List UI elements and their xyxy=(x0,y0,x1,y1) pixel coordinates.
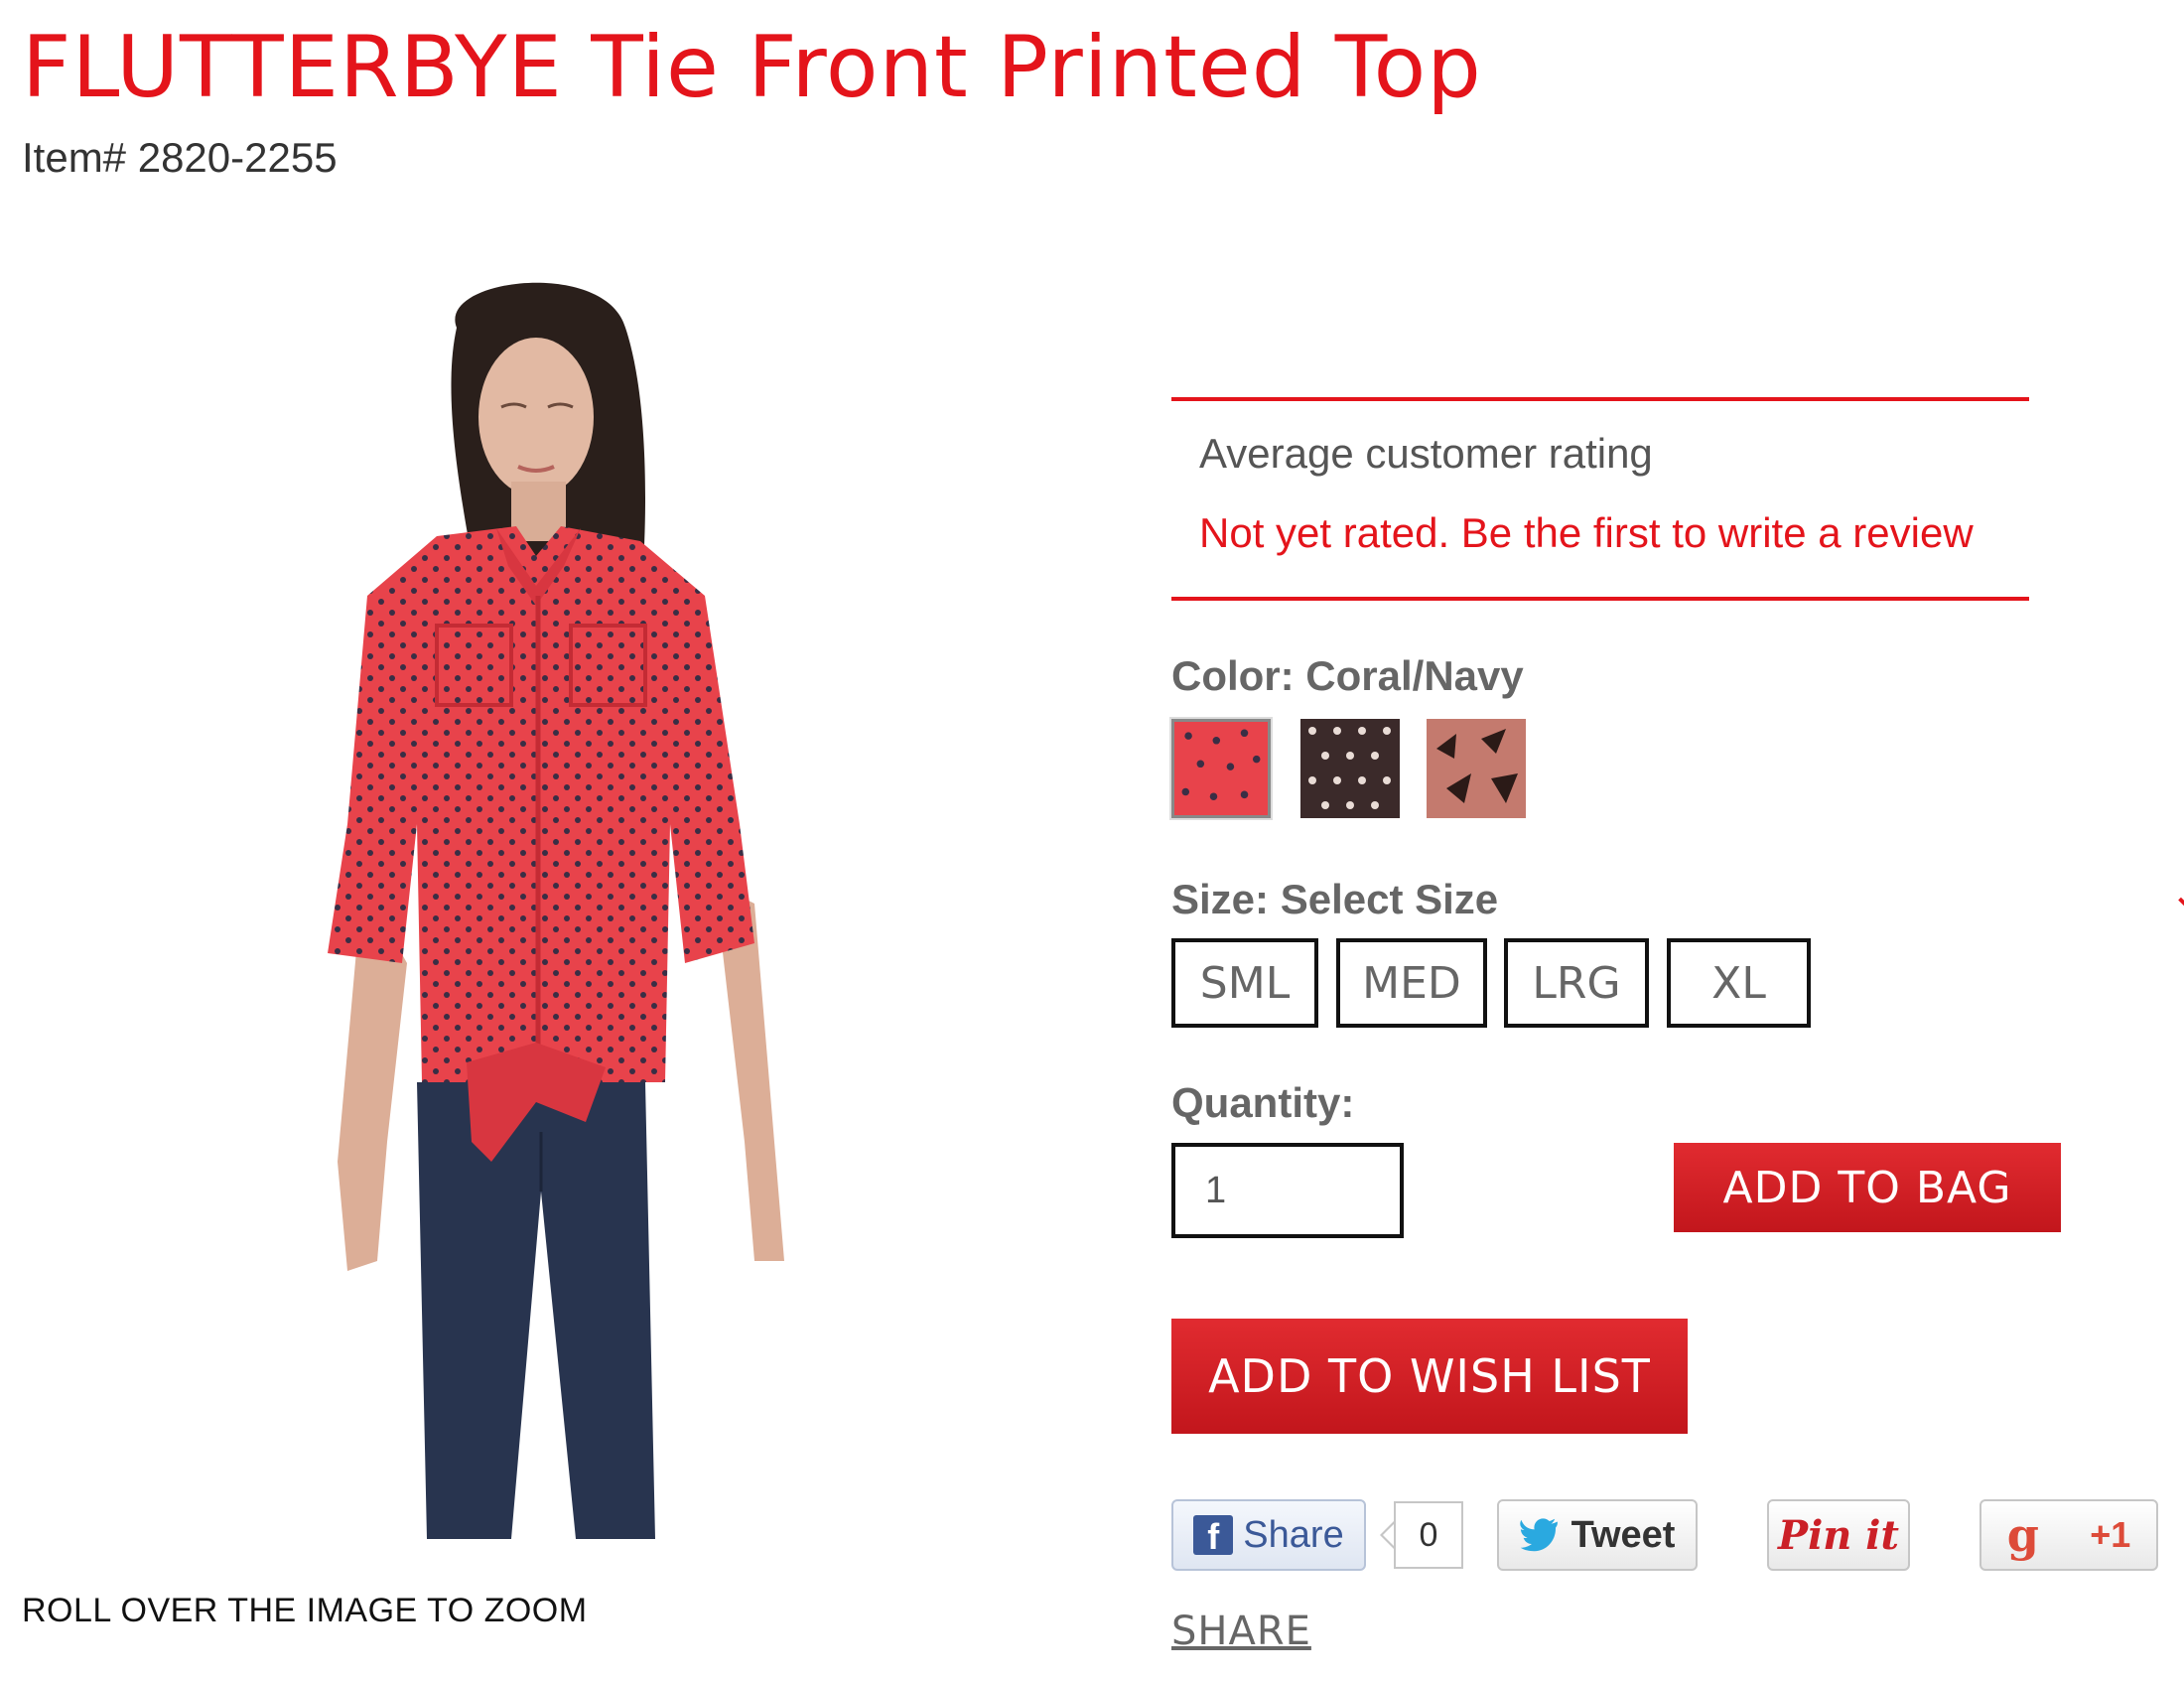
zoom-hint: ROLL OVER THE IMAGE TO ZOOM xyxy=(22,1592,588,1629)
google-plus-one-button[interactable]: g +1 xyxy=(1979,1499,2158,1571)
facebook-share-button[interactable]: f Share xyxy=(1171,1499,1366,1571)
facebook-share-count: 0 xyxy=(1394,1501,1463,1569)
size-option-xl[interactable]: XL xyxy=(1667,938,1811,1028)
edge-chevron-icon: ⌄ xyxy=(2172,876,2184,915)
product-page: FLUTTERBYE Tie Front Printed Top Item# 2… xyxy=(0,0,2184,1681)
size-option-sml[interactable]: SML xyxy=(1171,938,1318,1028)
swatch-brown-dot[interactable] xyxy=(1300,719,1400,818)
add-to-bag-button[interactable]: ADD TO BAG xyxy=(1674,1143,2061,1232)
product-title: FLUTTERBYE Tie Front Printed Top xyxy=(22,18,1482,117)
google-plus-one-label: +1 xyxy=(2090,1514,2131,1555)
pin-it-label: Pin it xyxy=(1778,1511,1899,1559)
size-option-med[interactable]: MED xyxy=(1336,938,1487,1028)
color-label: Color: Coral/Navy xyxy=(1171,652,1524,699)
facebook-share-label: Share xyxy=(1243,1513,1344,1556)
write-review-link[interactable]: Not yet rated. Be the first to write a r… xyxy=(1199,509,1974,557)
swatch-coral-navy[interactable] xyxy=(1171,719,1271,818)
swatch-pink-butterfly[interactable] xyxy=(1427,719,1526,818)
share-link[interactable]: SHARE xyxy=(1171,1609,1311,1654)
quantity-label: Quantity: xyxy=(1171,1079,1355,1126)
size-label: Size: Select Size xyxy=(1171,876,1499,922)
rating-heading: Average customer rating xyxy=(1199,430,1653,477)
item-number: Item# 2820-2255 xyxy=(22,134,338,181)
tweet-button[interactable]: Tweet xyxy=(1497,1499,1698,1571)
facebook-icon: f xyxy=(1193,1515,1234,1557)
tweet-label: Tweet xyxy=(1570,1513,1676,1556)
divider-bottom xyxy=(1171,597,2029,601)
google-plus-icon: g xyxy=(2006,1508,2039,1562)
product-image[interactable] xyxy=(288,268,824,1539)
quantity-input[interactable] xyxy=(1171,1143,1404,1238)
add-to-wish-list-button[interactable]: ADD TO WISH LIST xyxy=(1171,1319,1688,1434)
size-option-lrg[interactable]: LRG xyxy=(1504,938,1649,1028)
pin-it-button[interactable]: Pin it xyxy=(1767,1499,1910,1571)
divider-top xyxy=(1171,397,2029,401)
twitter-bird-icon xyxy=(1519,1518,1558,1552)
